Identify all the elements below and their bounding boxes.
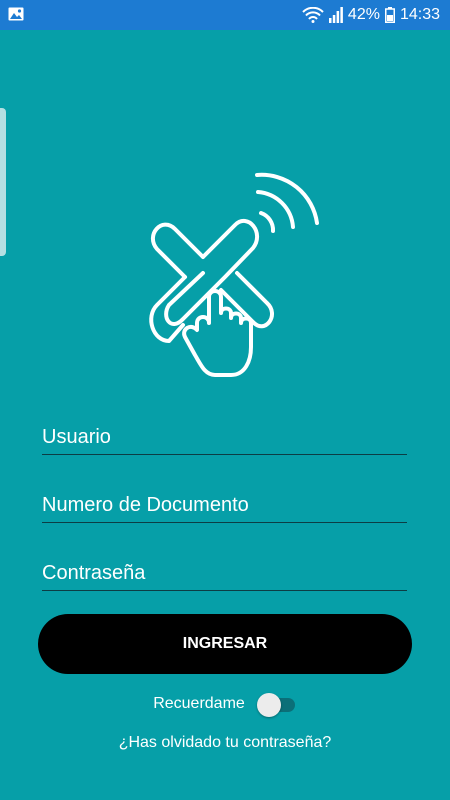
forgot-password-link[interactable]: ¿Has olvidado tu contraseña? (0, 734, 450, 752)
remember-me-toggle[interactable] (256, 692, 297, 717)
remember-me-label: Recuerdame (153, 695, 245, 712)
document-number-label: Numero de Documento (42, 494, 249, 516)
battery-icon (384, 7, 395, 23)
document-number-field[interactable]: Numero de Documento (42, 488, 407, 523)
status-bar: 42% 14:33 (0, 0, 450, 30)
username-label: Usuario (42, 426, 111, 448)
edge-panel-handle[interactable] (0, 108, 6, 256)
status-bar-right: 42% 14:33 (302, 5, 440, 25)
username-field[interactable]: Usuario (42, 420, 407, 455)
password-label: Contraseña (42, 562, 146, 584)
battery-percentage: 42% (347, 6, 380, 23)
password-field[interactable]: Contraseña (42, 556, 407, 591)
wifi-icon (302, 7, 324, 23)
gallery-icon (8, 7, 24, 21)
clock: 14:33 (399, 6, 440, 23)
signal-icon (328, 7, 343, 23)
remember-me-row: Recuerdame (0, 690, 450, 718)
login-button[interactable]: INGRESAR (38, 614, 412, 674)
tap-wireless-logo-icon (149, 172, 319, 377)
toggle-thumb (256, 693, 281, 717)
